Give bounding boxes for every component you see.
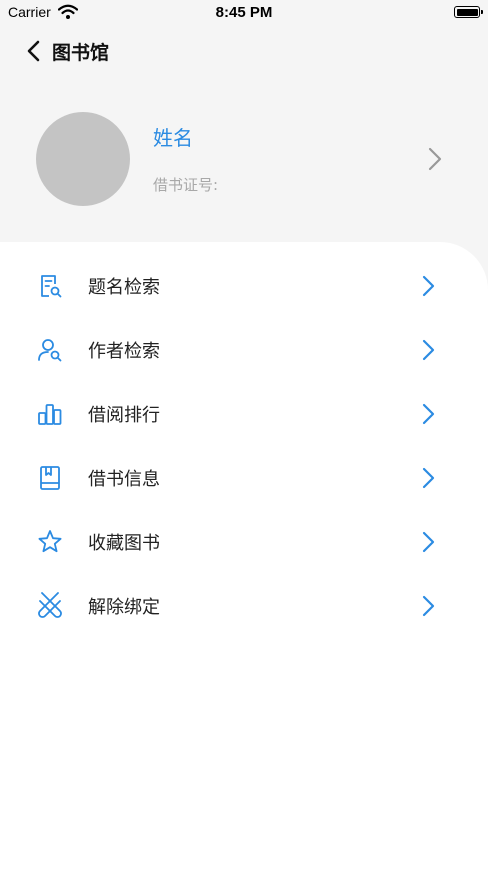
chevron-right-icon xyxy=(422,467,435,489)
menu-item-borrow-info[interactable]: 借书信息 xyxy=(0,450,488,506)
chevron-right-icon xyxy=(428,147,442,171)
menu-label: 借书信息 xyxy=(88,469,160,490)
status-time: 8:45 PM xyxy=(215,4,273,21)
menu-item-borrow-ranking[interactable]: 借阅排行 xyxy=(0,386,488,442)
menu-panel: 题名检索 作者检索 借阅排行 借书信息 收藏图书 解除绑定 xyxy=(0,242,488,874)
battery-icon xyxy=(454,6,480,18)
chevron-right-icon xyxy=(422,275,435,297)
menu-item-author-search[interactable]: 作者检索 xyxy=(0,322,488,378)
profile-card[interactable]: 姓名 借书证号: xyxy=(0,100,488,220)
back-chevron-icon[interactable] xyxy=(22,38,48,64)
menu-item-unbind[interactable]: 解除绑定 xyxy=(0,578,488,634)
bar-chart-icon xyxy=(38,404,62,425)
menu-label: 借阅排行 xyxy=(88,405,160,426)
chevron-right-icon xyxy=(422,403,435,425)
nav-bar: 图书馆 xyxy=(0,30,488,74)
page-title: 图书馆 xyxy=(52,42,110,64)
chevron-right-icon xyxy=(422,531,435,553)
user-name: 姓名 xyxy=(153,126,193,150)
document-search-icon xyxy=(41,275,62,298)
book-icon xyxy=(40,466,60,490)
unlink-icon xyxy=(38,592,62,618)
menu-item-favorite-books[interactable]: 收藏图书 xyxy=(0,514,488,570)
menu-label: 作者检索 xyxy=(88,341,160,362)
chevron-right-icon xyxy=(422,339,435,361)
battery-cap xyxy=(481,10,483,14)
menu-label: 题名检索 xyxy=(88,277,160,298)
menu-item-title-search[interactable]: 题名检索 xyxy=(0,258,488,314)
person-search-icon xyxy=(38,339,62,362)
chevron-right-icon xyxy=(422,595,435,617)
library-card-number-label: 借书证号: xyxy=(153,176,219,194)
menu-label: 解除绑定 xyxy=(88,597,160,618)
menu-label: 收藏图书 xyxy=(88,533,160,554)
avatar xyxy=(36,112,130,206)
status-bar: Carrier 8:45 PM xyxy=(0,0,488,26)
star-icon xyxy=(38,530,62,553)
